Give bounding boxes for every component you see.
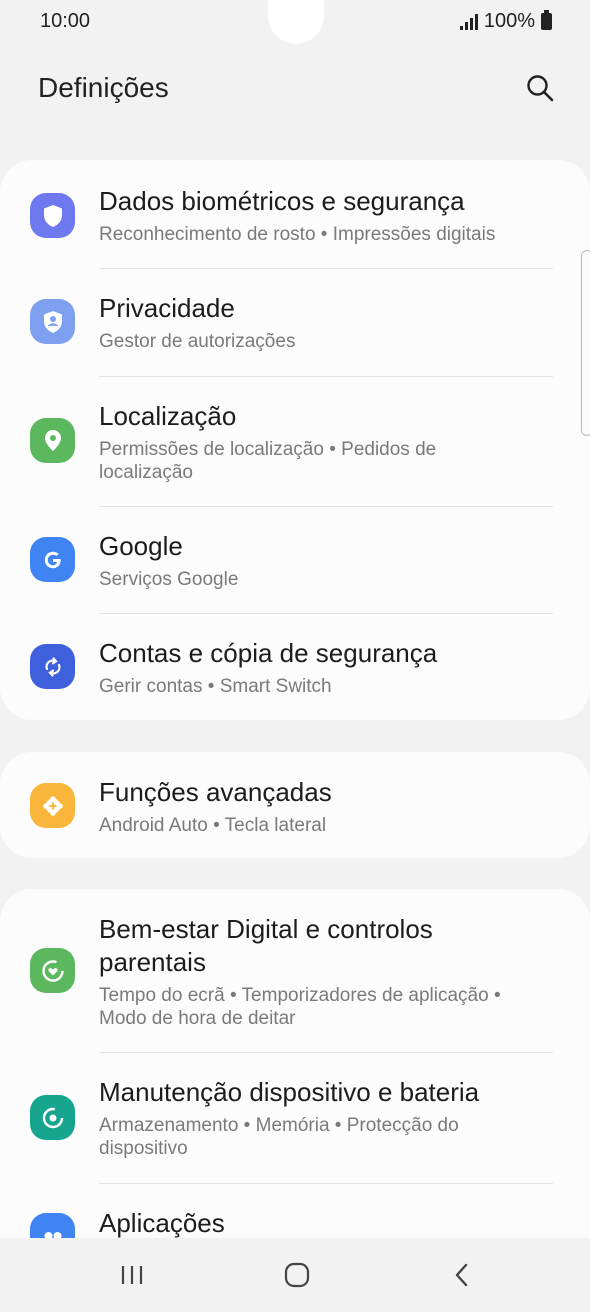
sync-icon <box>30 644 75 689</box>
item-title: Google <box>99 531 183 561</box>
google-icon <box>30 537 75 582</box>
back-button[interactable] <box>432 1250 492 1300</box>
item-subtitle: Reconhecimento de rosto • Impressões dig… <box>99 224 496 245</box>
settings-card-1: Dados biométricos e segurança Reconhecim… <box>0 160 590 720</box>
item-subtitle: Tempo do ecrã • Temporizadores de aplica… <box>99 985 501 1029</box>
item-title: Dados biométricos e segurança <box>99 186 465 216</box>
shield-icon <box>30 193 75 238</box>
battery-percentage: 100% <box>483 10 535 32</box>
settings-item-advanced-features[interactable]: Funções avançadas Android Auto • Tecla l… <box>0 752 590 858</box>
camera-notch <box>268 0 324 44</box>
home-icon <box>284 1262 310 1288</box>
privacy-icon <box>30 299 75 344</box>
item-title: Bem-estar Digital e controlos parentais <box>99 914 433 977</box>
signal-icon <box>459 13 478 30</box>
status-time: 10:00 <box>40 10 91 32</box>
item-title: Funções avançadas <box>99 777 332 807</box>
wellbeing-icon <box>30 948 75 993</box>
home-button[interactable] <box>267 1250 327 1300</box>
item-title: Manutenção dispositivo e bateria <box>99 1077 480 1107</box>
recents-icon <box>121 1266 143 1284</box>
settings-card-3: Bem-estar Digital e controlos parentais … <box>0 889 590 1269</box>
item-subtitle: Gestor de autorizações <box>99 331 296 352</box>
settings-item-privacy[interactable]: Privacidade Gestor de autorizações <box>0 268 590 376</box>
battery-icon <box>541 10 552 30</box>
recents-button[interactable] <box>102 1250 162 1300</box>
item-title: Privacidade <box>99 293 235 323</box>
location-pin-icon <box>30 418 75 463</box>
item-title: Contas e cópia de segurança <box>99 638 438 668</box>
scrollbar[interactable] <box>581 250 590 436</box>
item-subtitle: Gerir contas • Smart Switch <box>99 676 332 697</box>
status-indicators: 100% <box>459 10 552 33</box>
navigation-bar <box>0 1238 590 1312</box>
settings-item-digital-wellbeing[interactable]: Bem-estar Digital e controlos parentais … <box>0 889 590 1052</box>
item-title: Aplicações <box>99 1208 225 1238</box>
item-title: Localização <box>99 401 237 431</box>
search-button[interactable] <box>520 68 560 108</box>
device-care-icon <box>30 1095 75 1140</box>
settings-card-2: Funções avançadas Android Auto • Tecla l… <box>0 752 590 858</box>
settings-item-location[interactable]: Localização Permissões de localização • … <box>0 376 590 506</box>
back-icon <box>455 1263 468 1287</box>
page-title: Definições <box>38 72 169 103</box>
settings-item-biometrics[interactable]: Dados biométricos e segurança Reconhecim… <box>0 160 590 268</box>
item-subtitle: Android Auto • Tecla lateral <box>99 815 327 836</box>
item-subtitle: Serviços Google <box>99 569 239 590</box>
header: Definições <box>0 60 590 120</box>
settings-item-device-care[interactable]: Manutenção dispositivo e bateria Armazen… <box>0 1052 590 1183</box>
settings-item-google[interactable]: Google Serviços Google <box>0 506 590 613</box>
search-icon <box>527 75 554 102</box>
item-subtitle: Armazenamento • Memória • Protecção do d… <box>99 1115 459 1159</box>
settings-item-accounts[interactable]: Contas e cópia de segurança Gerir contas… <box>0 613 590 720</box>
item-subtitle: Permissões de localização • Pedidos de l… <box>99 439 437 483</box>
status-bar: 10:00 100% <box>0 0 590 44</box>
gear-plus-icon <box>30 783 75 828</box>
